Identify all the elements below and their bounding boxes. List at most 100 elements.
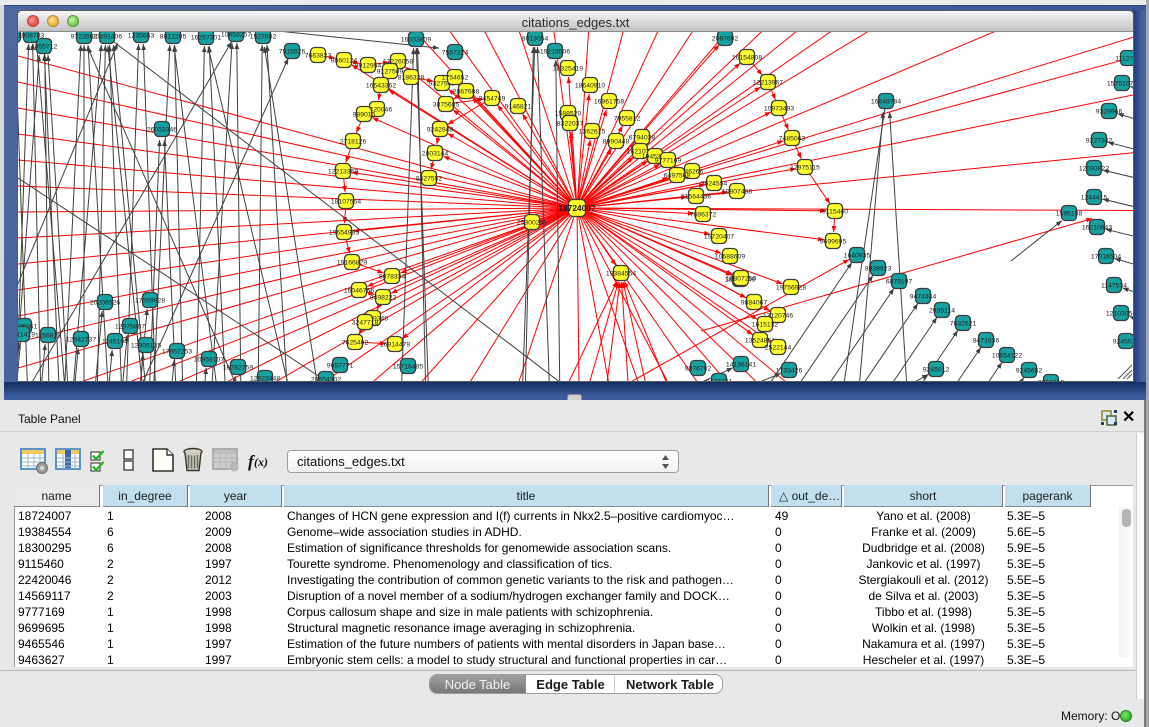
- svg-text:2522144: 2522144: [765, 344, 792, 351]
- svg-text:7625402: 7625402: [342, 339, 369, 346]
- svg-text:17957253: 17957253: [162, 348, 192, 355]
- svg-text:1615132: 1615132: [752, 321, 779, 328]
- svg-text:16033809: 16033809: [401, 36, 431, 43]
- svg-text:19384554: 19384554: [606, 270, 636, 277]
- svg-text:6879197: 6879197: [886, 278, 913, 285]
- svg-text:12975115: 12975115: [790, 164, 820, 171]
- svg-text:16961758: 16961758: [594, 98, 624, 105]
- svg-text:16257301: 16257301: [191, 34, 221, 41]
- svg-text:7663822: 7663822: [305, 52, 332, 59]
- svg-text:1244415: 1244415: [1081, 194, 1108, 201]
- svg-text:10688609: 10688609: [715, 253, 745, 260]
- svg-text:8706015: 8706015: [1038, 379, 1065, 381]
- svg-text:18807250: 18807250: [726, 275, 756, 282]
- svg-text:15751074: 15751074: [1107, 80, 1133, 87]
- svg-text:18107554: 18107554: [331, 198, 361, 205]
- svg-text:9227342: 9227342: [1086, 137, 1113, 144]
- svg-text:7955812: 7955812: [614, 115, 641, 122]
- svg-text:989015: 989015: [353, 111, 376, 118]
- svg-text:7557224: 7557224: [442, 49, 469, 56]
- svg-text:6794028: 6794028: [629, 134, 656, 141]
- svg-text:12905135: 12905135: [131, 342, 161, 349]
- svg-text:16210643: 16210643: [1082, 224, 1112, 231]
- svg-text:9245652: 9245652: [1016, 367, 1043, 374]
- svg-text:8813054: 8813054: [522, 35, 549, 42]
- svg-text:9329966: 9329966: [1096, 108, 1123, 115]
- svg-text:2935114: 2935114: [929, 307, 955, 314]
- svg-text:9657771: 9657771: [327, 362, 354, 369]
- svg-text:3911419: 3911419: [18, 331, 35, 338]
- svg-text:10853257: 10853257: [221, 32, 251, 38]
- svg-text:2087682: 2087682: [712, 35, 739, 42]
- svg-text:7632621: 7632621: [950, 320, 977, 327]
- svg-text:12103054: 12103054: [1106, 310, 1133, 317]
- svg-text:2867608: 2867608: [453, 88, 480, 95]
- svg-text:7515526: 7515526: [279, 48, 306, 55]
- svg-text:12975887: 12975887: [115, 323, 145, 330]
- svg-text:18325419: 18325419: [553, 65, 583, 72]
- svg-text:7485063: 7485063: [779, 135, 806, 142]
- svg-text:9474444: 9474444: [910, 293, 937, 300]
- svg-text:1527602: 1527602: [250, 33, 277, 40]
- svg-text:(x): (x): [254, 455, 268, 469]
- svg-text:18724007: 18724007: [558, 203, 596, 213]
- svg-text:2803144: 2803144: [422, 150, 449, 157]
- svg-text:1147534: 1147534: [1101, 282, 1127, 289]
- svg-text:16914479: 16914479: [380, 341, 410, 348]
- svg-text:14136141: 14136141: [726, 361, 756, 368]
- svg-text:9876702: 9876702: [685, 365, 712, 372]
- svg-text:19756928: 19756928: [776, 284, 806, 291]
- svg-text:9115460: 9115460: [822, 208, 848, 215]
- svg-text:15716485: 15716485: [393, 363, 423, 370]
- svg-text:18640910: 18640910: [575, 82, 605, 89]
- svg-text:10654122: 10654122: [992, 352, 1022, 359]
- svg-text:15720407: 15720407: [704, 233, 734, 240]
- svg-text:20691406: 20691406: [92, 33, 122, 40]
- svg-text:8473321: 8473321: [706, 378, 733, 381]
- svg-text:12942737: 12942737: [66, 336, 96, 343]
- svg-text:8990448: 8990448: [603, 138, 630, 145]
- svg-text:1640935: 1640935: [844, 252, 871, 259]
- svg-text:7886372: 7886372: [690, 211, 717, 218]
- svg-text:12213369: 12213369: [328, 168, 358, 175]
- svg-text:16154808: 16154808: [732, 54, 762, 61]
- svg-text:8427552: 8427552: [416, 175, 443, 182]
- svg-text:9884067: 9884067: [741, 299, 768, 306]
- svg-text:8322037: 8322037: [557, 120, 584, 127]
- svg-text:8938923: 8938923: [865, 265, 892, 272]
- svg-text:17359928: 17359928: [135, 297, 165, 304]
- svg-text:10973493: 10973493: [764, 105, 794, 112]
- svg-text:3247718: 3247718: [352, 319, 379, 326]
- svg-text:19654985: 19654985: [329, 229, 359, 236]
- svg-text:20206526: 20206526: [90, 299, 120, 306]
- svg-text:1362615: 1362615: [579, 128, 606, 135]
- svg-text:9242848: 9242848: [427, 126, 454, 133]
- svg-text:26053346: 26053346: [147, 126, 177, 133]
- svg-text:6497568: 6497568: [664, 172, 691, 179]
- svg-text:8186328: 8186328: [398, 74, 425, 81]
- svg-text:1235663: 1235663: [128, 32, 155, 39]
- svg-text:3875685: 3875685: [433, 101, 460, 108]
- svg-text:1733426: 1733426: [776, 367, 803, 374]
- svg-text:19218506: 19218506: [540, 48, 570, 55]
- svg-text:8471636: 8471636: [973, 337, 1000, 344]
- svg-text:21564436: 21564436: [681, 193, 711, 200]
- svg-text:20554302: 20554302: [311, 376, 341, 381]
- svg-text:12213967: 12213967: [753, 79, 783, 86]
- svg-text:16648784: 16648784: [871, 98, 901, 105]
- svg-text:16543362: 16543362: [366, 82, 396, 89]
- svg-text:1145194: 1145194: [102, 338, 128, 345]
- svg-text:3624554: 3624554: [701, 180, 728, 187]
- svg-text:1754652: 1754652: [442, 74, 469, 81]
- svg-text:9498222: 9498222: [370, 294, 397, 301]
- svg-text:17016504: 17016504: [1091, 253, 1121, 260]
- svg-text:16046766: 16046766: [344, 287, 374, 294]
- svg-text:12093822: 12093822: [1079, 165, 1109, 172]
- svg-text:9146821: 9146821: [505, 103, 532, 110]
- svg-text:9245013: 9245013: [1113, 338, 1133, 345]
- svg-text:25300295: 25300295: [517, 219, 547, 226]
- svg-text:8812205: 8812205: [160, 33, 187, 40]
- svg-text:16782759: 16782759: [223, 364, 253, 371]
- svg-text:9777169: 9777169: [655, 157, 682, 164]
- svg-text:8878334: 8878334: [379, 273, 406, 280]
